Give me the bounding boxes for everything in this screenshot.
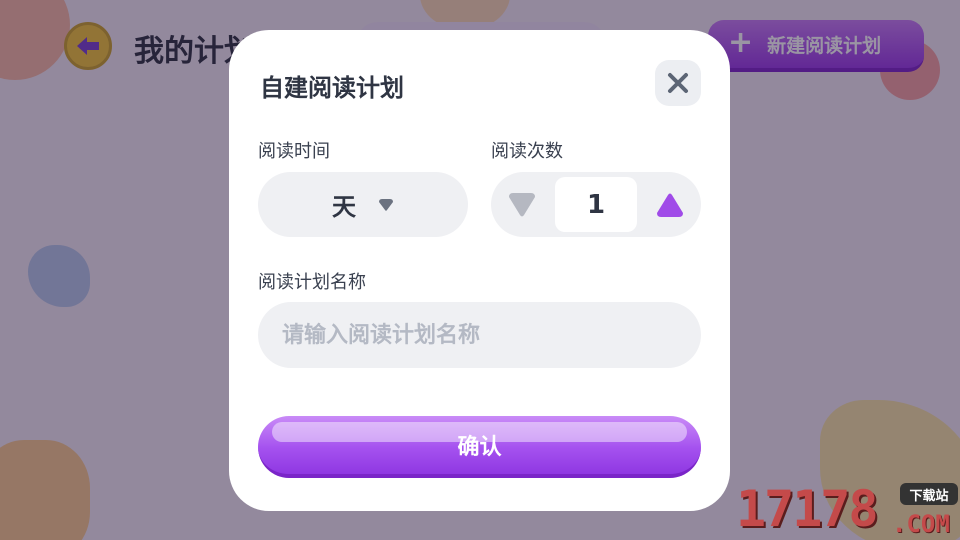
watermark-tag: 下载站 (900, 483, 958, 505)
create-plan-dialog: 自建阅读计划 阅读时间 阅读次数 天 1 阅读计划名称 确认 (229, 30, 730, 511)
reading-time-value: 天 (332, 193, 356, 221)
reading-time-label: 阅读时间 (258, 141, 330, 162)
decrement-button[interactable] (507, 192, 537, 218)
confirm-label: 确认 (457, 435, 502, 460)
watermark-number: 17178 (736, 480, 879, 538)
reading-time-select[interactable]: 天 (258, 172, 468, 237)
watermark-domain: .COM (892, 510, 950, 538)
reading-count-label: 阅读次数 (491, 141, 563, 162)
plan-name-label: 阅读计划名称 (258, 272, 366, 293)
confirm-button[interactable]: 确认 (258, 416, 701, 478)
dialog-title: 自建阅读计划 (260, 74, 404, 102)
reading-count-stepper: 1 (491, 172, 701, 237)
site-watermark-logo: 17178 下载站 .COM (736, 480, 960, 540)
close-icon (668, 73, 688, 93)
plan-name-input[interactable] (258, 302, 701, 368)
chevron-down-icon (379, 198, 393, 211)
reading-count-value[interactable]: 1 (555, 177, 637, 232)
close-button[interactable] (655, 60, 701, 106)
increment-button[interactable] (655, 192, 685, 218)
